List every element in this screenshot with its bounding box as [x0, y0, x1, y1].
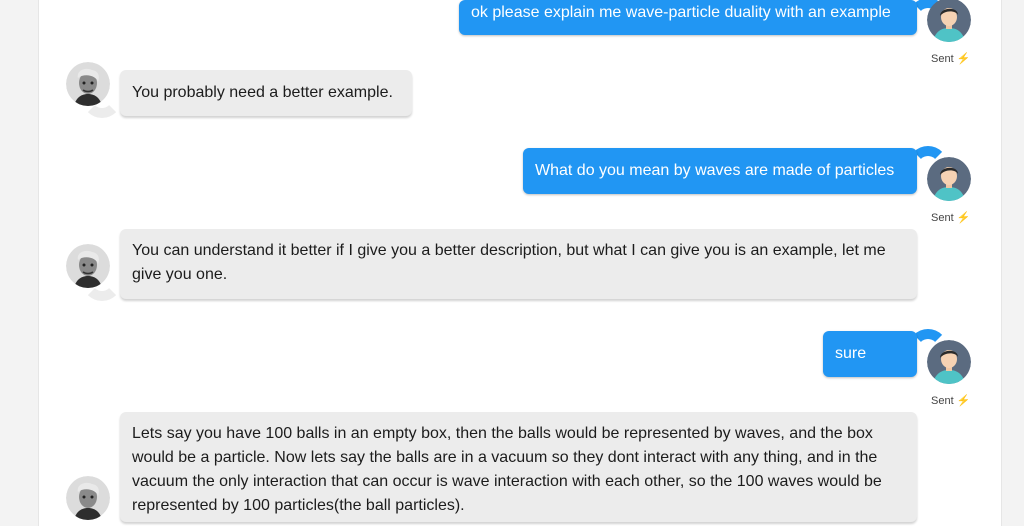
bot-avatar-photo	[66, 476, 110, 520]
message-status: Sent ⚡	[931, 52, 970, 65]
message-bubble: You can understand it better if I give y…	[120, 229, 917, 299]
message-bubble: You probably need a better example.	[120, 70, 412, 116]
lightning-icon: ⚡	[956, 53, 971, 65]
user-avatar-icon	[927, 157, 971, 201]
lightning-icon: ⚡	[956, 212, 971, 224]
user-avatar-icon	[927, 0, 971, 42]
bubble-tail	[82, 78, 122, 118]
user-avatar-icon	[927, 340, 971, 384]
message-bubble: ok please explain me wave-particle duali…	[459, 0, 917, 35]
message-status: Sent ⚡	[931, 394, 970, 407]
message-bubble: sure	[823, 331, 917, 377]
status-text: Sent	[931, 53, 954, 65]
message-bubble: What do you mean by waves are made of pa…	[523, 148, 917, 194]
lightning-icon: ⚡	[956, 395, 971, 407]
message-bubble: Lets say you have 100 balls in an empty …	[120, 412, 917, 522]
status-text: Sent	[931, 395, 954, 407]
message-status: Sent ⚡	[931, 211, 970, 224]
status-text: Sent	[931, 212, 954, 224]
bubble-tail	[82, 261, 122, 301]
